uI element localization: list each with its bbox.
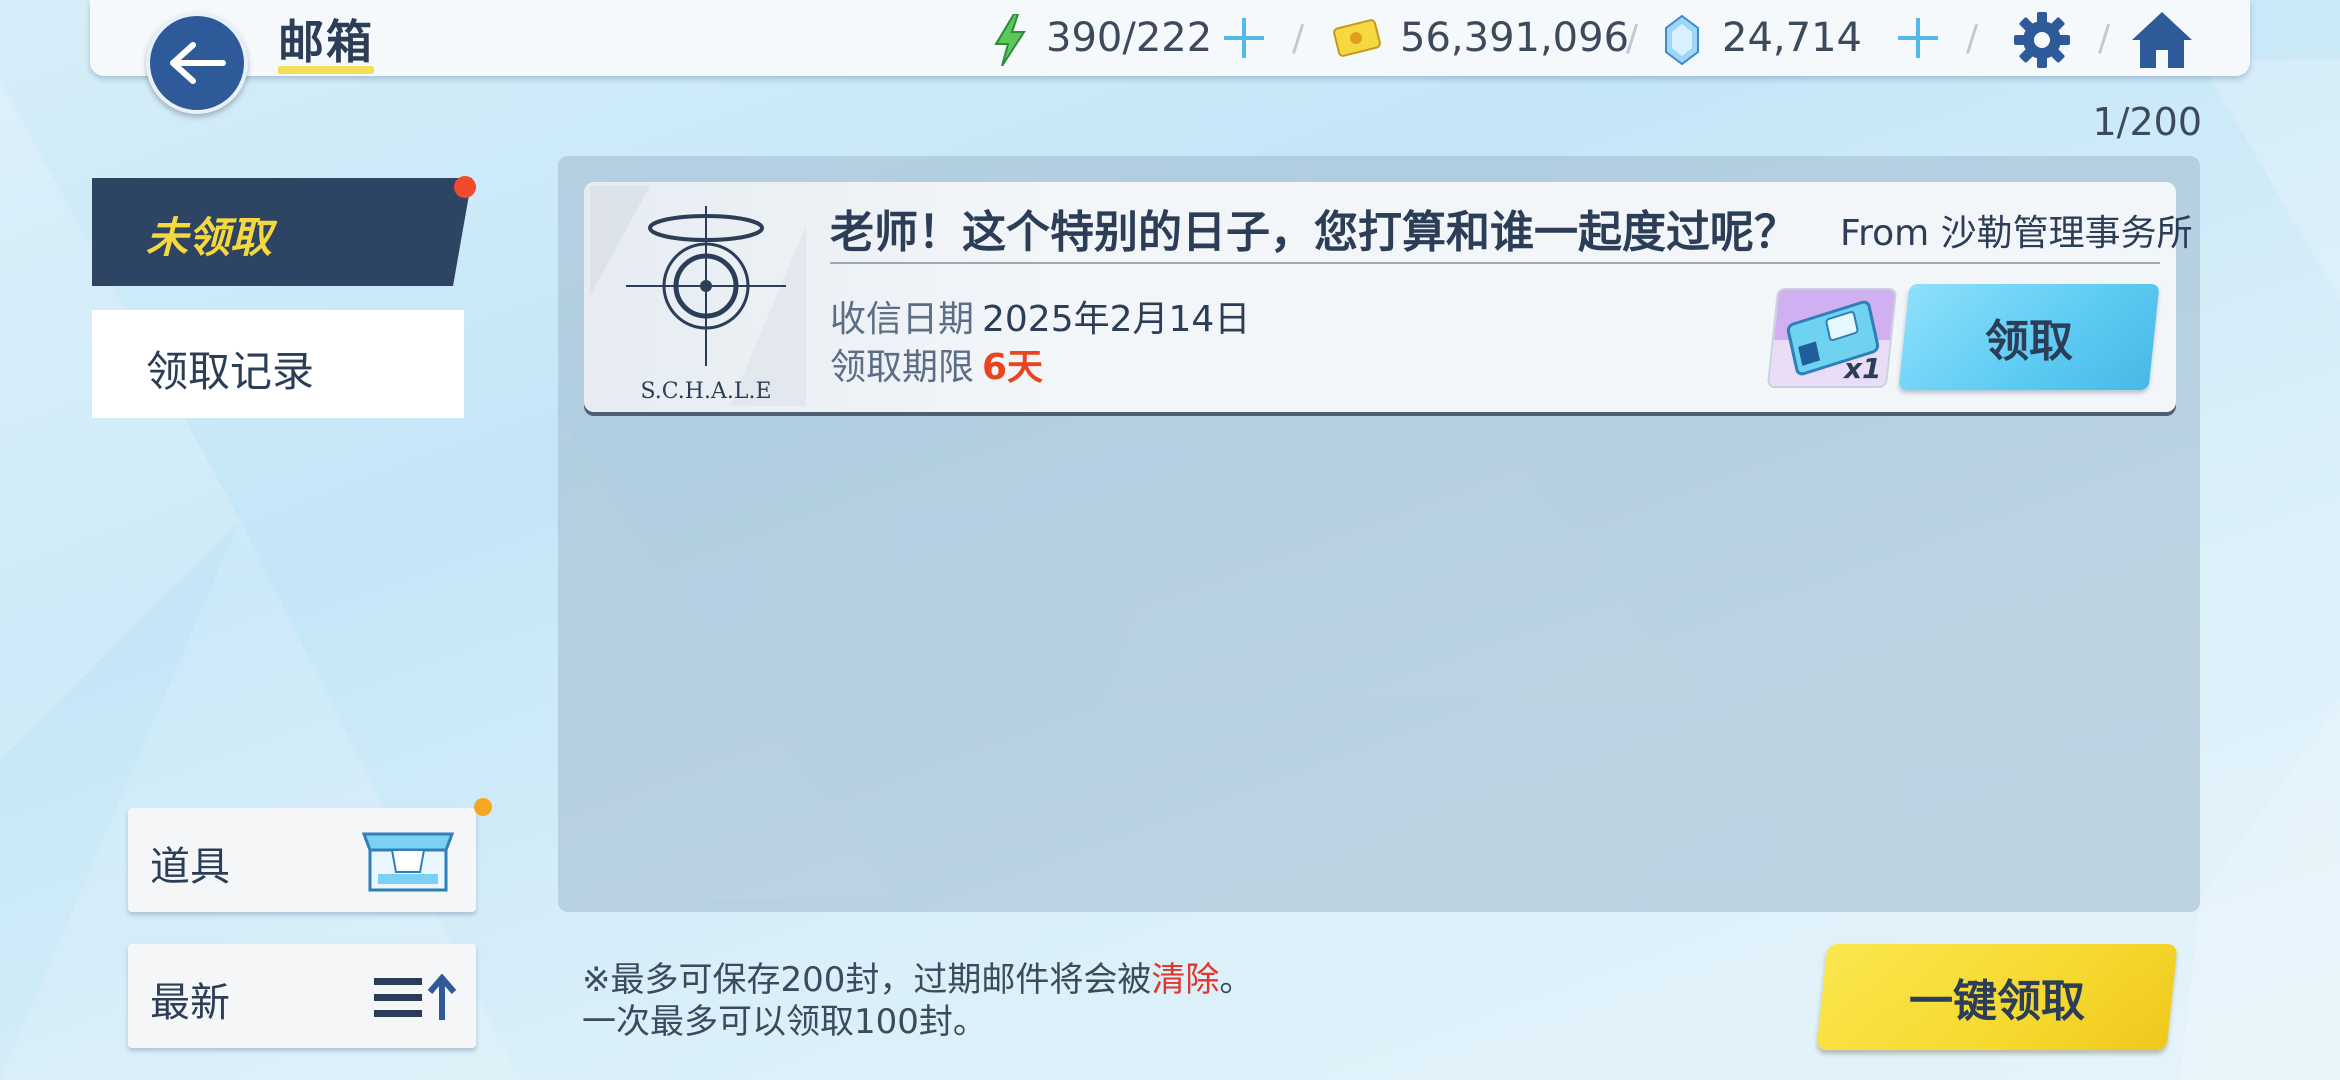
- mail-subject: 老师！这个特别的日子，您打算和谁一起度过呢？: [830, 207, 1798, 258]
- mail-count: 1/200: [2092, 100, 2202, 144]
- separator: /: [1626, 18, 1639, 59]
- gem-icon: [1665, 14, 1699, 66]
- separator: /: [1966, 18, 1979, 59]
- gem-counter: 24,714: [1722, 10, 1862, 66]
- mail-notice-line2: 一次最多可以领取100封。: [582, 1002, 987, 1042]
- arrow-left-icon: [170, 42, 226, 84]
- sort-ascending-icon: [374, 974, 457, 1020]
- credit-icon: [1333, 19, 1381, 57]
- logo-text: S.C.H.A.L.E: [640, 379, 771, 404]
- gear-icon[interactable]: [2012, 10, 2072, 70]
- add-gem-icon[interactable]: [1894, 14, 1942, 62]
- tab-unclaimed-label: 未领取: [146, 213, 273, 262]
- ap-value: 390/222: [1046, 15, 1213, 61]
- notification-dot: [454, 176, 476, 198]
- claim-button-label: 领取: [1985, 316, 2073, 367]
- notice-clear-warning: 清除: [1151, 960, 1220, 1000]
- sort-button[interactable]: 最新: [128, 944, 476, 1048]
- tab-unclaimed[interactable]: 未领取: [92, 178, 472, 286]
- credit-counter: 56,391,096: [1400, 10, 1629, 66]
- tab-claim-history[interactable]: 领取记录: [92, 310, 464, 418]
- tab-history-label: 领取记录: [146, 347, 315, 396]
- notification-dot: [474, 798, 492, 816]
- mail-sender: From 沙勒管理事务所: [1840, 213, 2193, 254]
- filter-items-button[interactable]: 道具: [128, 808, 476, 912]
- gem-value: 24,714: [1722, 15, 1862, 61]
- received-date-label: 收信日期: [830, 299, 975, 340]
- title-underline: [278, 66, 374, 74]
- claim-all-label: 一键领取: [1909, 976, 2085, 1027]
- separator: /: [1292, 18, 1305, 59]
- ap-counter: 390/222: [1046, 10, 1212, 66]
- filter-items-label: 道具: [150, 844, 230, 890]
- received-date-value: 2025年2月14日: [982, 299, 1251, 340]
- claim-deadline-value: 6天: [982, 347, 1044, 388]
- box-icon: [362, 832, 454, 892]
- notice-line1-suffix: 。: [1219, 960, 1254, 1000]
- credit-value: 56,391,096: [1400, 15, 1630, 61]
- schale-logo: S.C.H.A.L.E: [590, 186, 806, 406]
- reward-quantity: x1: [1844, 352, 1882, 385]
- lightning-icon: [994, 14, 1026, 66]
- page-title: 邮箱: [278, 15, 374, 69]
- add-ap-icon[interactable]: [1220, 14, 1268, 62]
- home-icon[interactable]: [2130, 8, 2194, 72]
- claim-button[interactable]: 领取: [1898, 284, 2160, 390]
- card-divider: [830, 262, 2160, 264]
- claim-all-button[interactable]: 一键领取: [1816, 944, 2178, 1050]
- claim-deadline-label: 领取期限: [830, 347, 975, 388]
- separator: /: [2098, 18, 2111, 59]
- back-button[interactable]: [146, 12, 248, 114]
- sort-label: 最新: [150, 980, 230, 1026]
